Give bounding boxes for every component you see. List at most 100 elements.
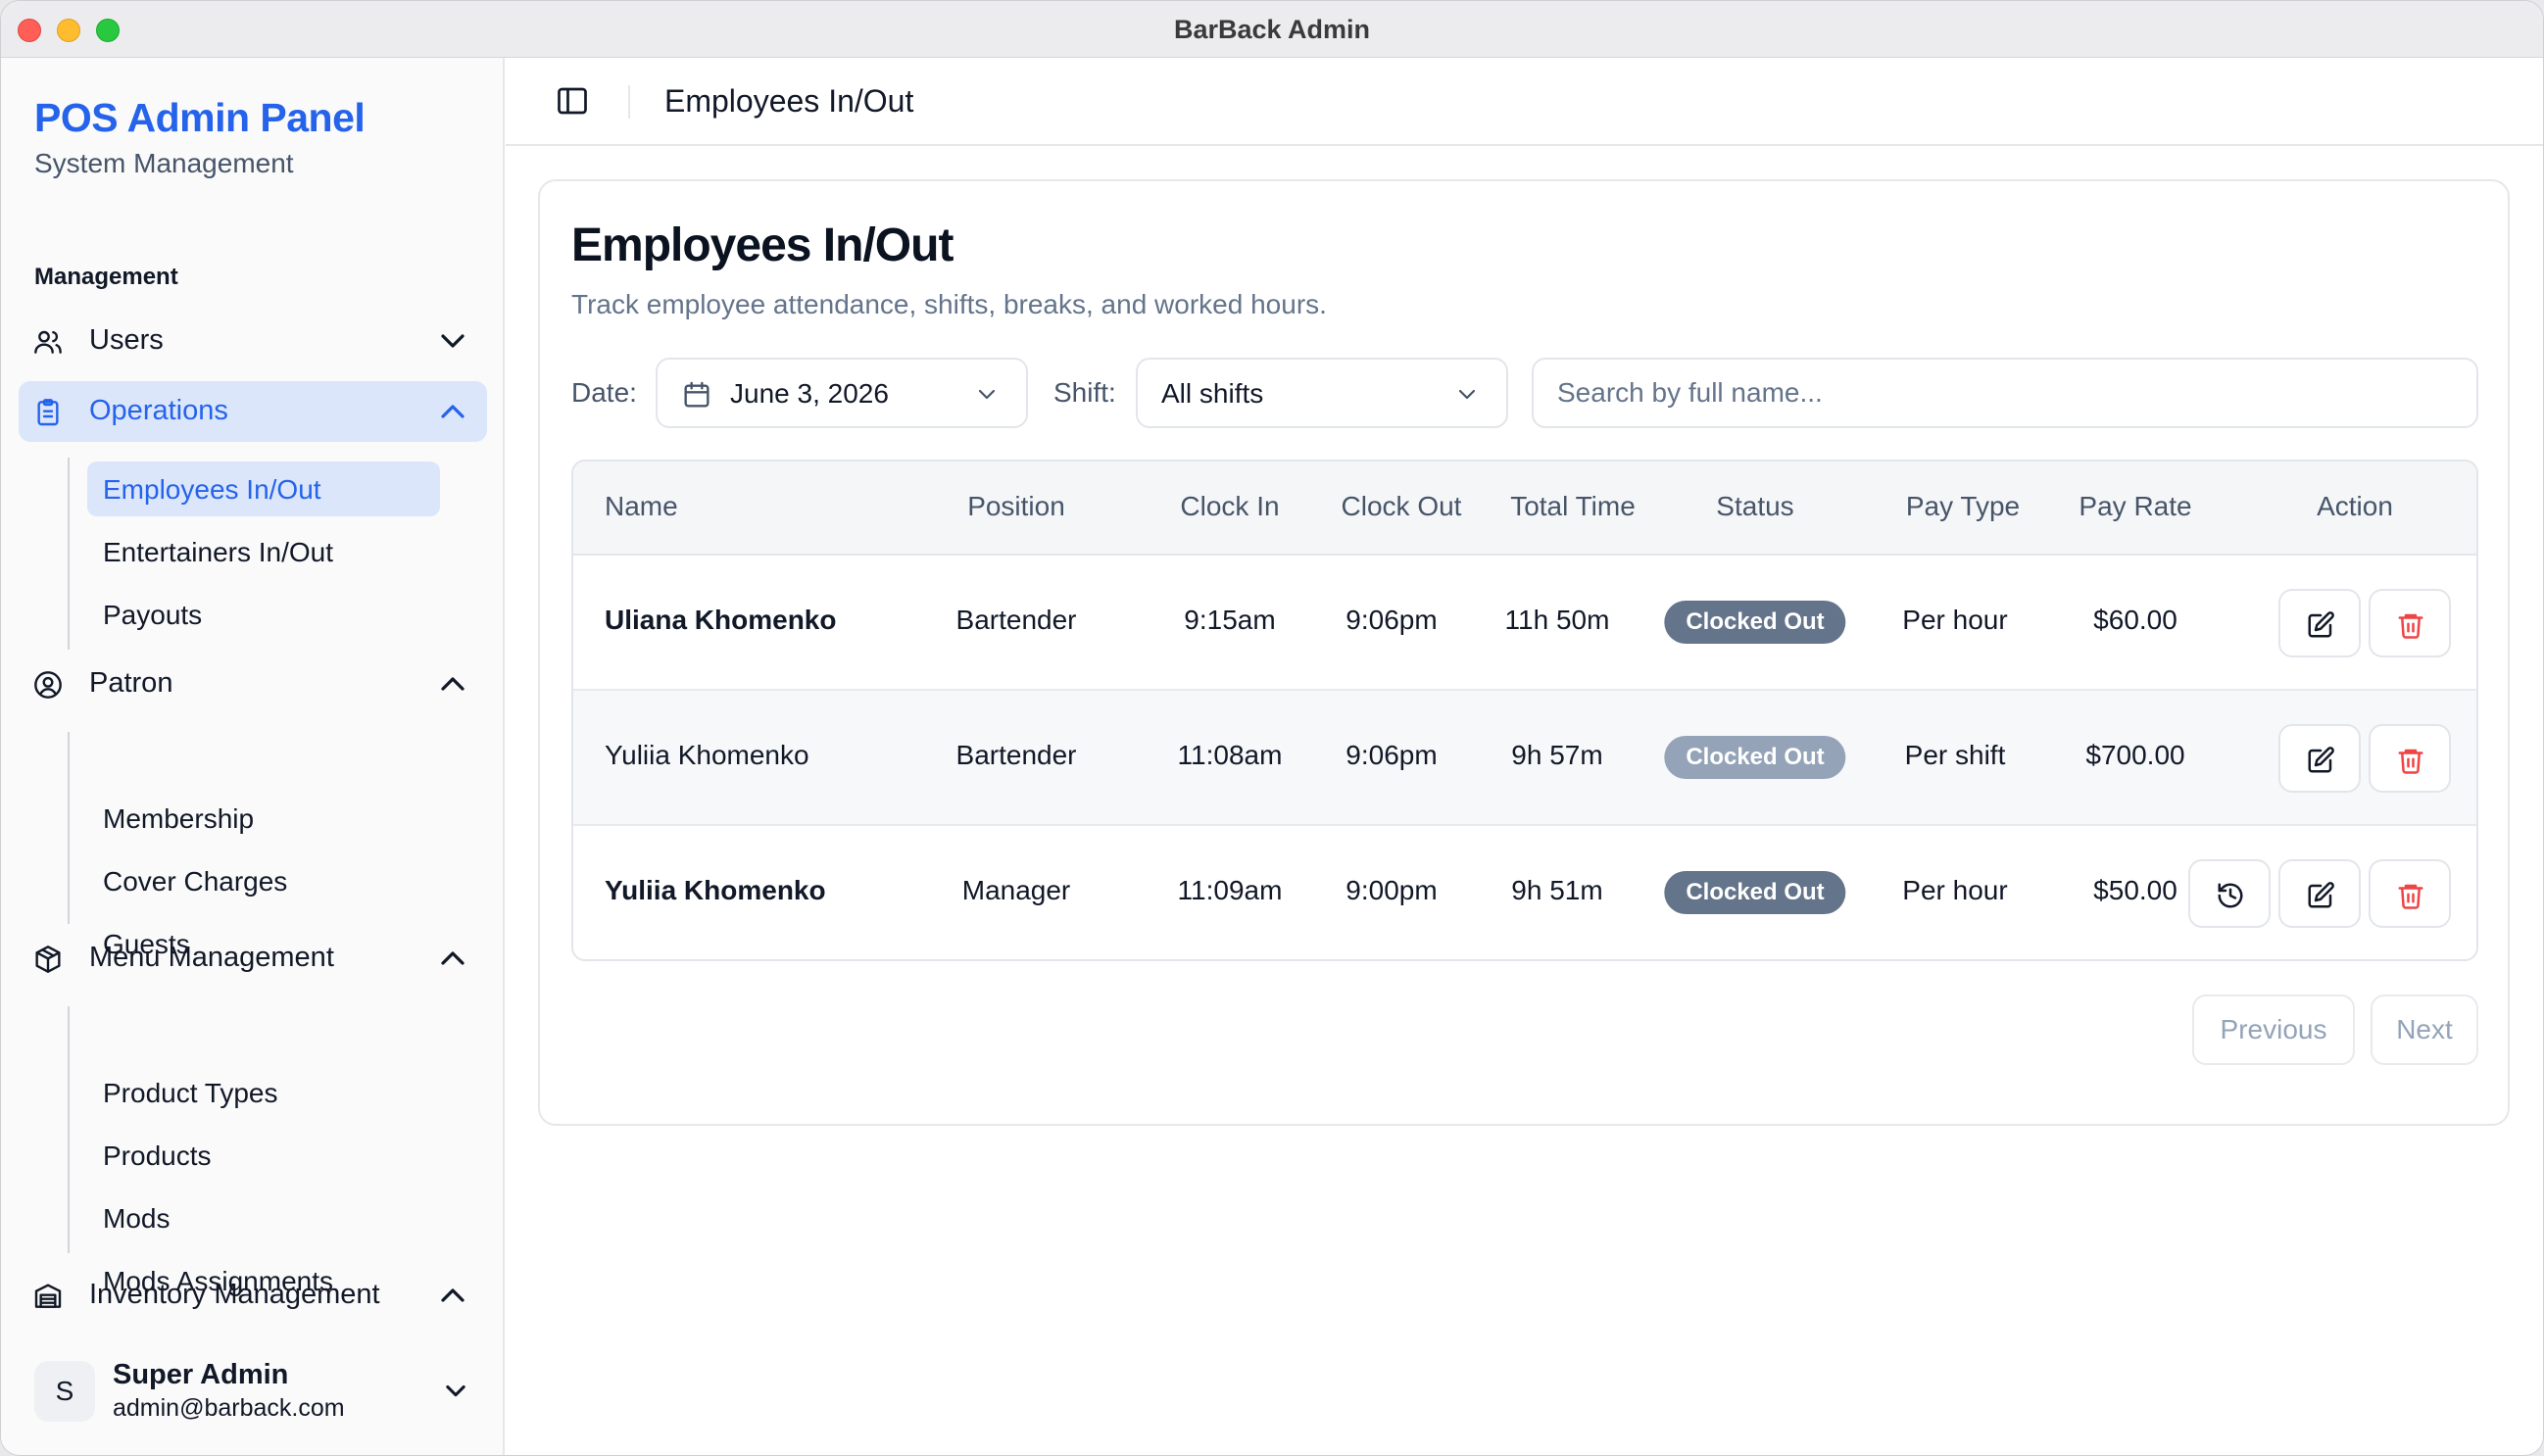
column-header-name: Name [605,491,678,521]
chevron-down-icon [1458,389,1476,400]
history-icon [2218,883,2243,908]
sidebar-item-label: Patron [89,667,173,699]
brand-title: POS Admin Panel [34,95,366,140]
sidebar-subitem-products[interactable]: Products [87,1128,440,1183]
edit-button[interactable] [2278,859,2361,928]
chevron-down-icon[interactable] [438,328,467,354]
sidebar-toggle-icon[interactable] [555,83,590,119]
date-picker[interactable]: June 3, 2026 [656,358,1028,428]
previous-page-button[interactable]: Previous [2192,995,2355,1065]
user-email: admin@barback.com [113,1394,345,1422]
sidebar-item-inventory-management[interactable]: Inventory Management [19,1265,487,1326]
clipboard-icon [37,399,59,426]
users-icon [34,330,62,354]
sidebar-subitem-label: Payouts [103,600,203,630]
trash-icon [2398,749,2423,774]
chevron-up-icon[interactable] [438,671,467,697]
app-window: BarBack Admin POS Admin Panel System Man… [0,0,2544,1456]
sidebar-item-menu-management[interactable]: Menu Management [19,928,487,989]
cell-clock-out: 9:00pm [1345,875,1438,905]
table-row: Uliana Khomenko Bartender 9:15am 9:06pm … [573,556,2476,691]
submenu-guide-line [68,458,70,650]
delete-button[interactable] [2369,589,2451,657]
trash-icon [2398,884,2423,909]
column-header-status: Status [1716,491,1794,521]
status-badge: Clocked Out [1664,601,1846,644]
employees-table: Name Position Clock In Clock Out Total T… [571,460,2478,961]
sidebar-subitem-label: Membership [103,803,255,834]
edit-icon [2308,882,2334,908]
table-row: Yuliia Khomenko Manager 11:09am 9:00pm 9… [573,826,2476,959]
shift-select[interactable]: All shifts [1136,358,1508,428]
header-title: Employees In/Out [664,83,914,119]
sidebar-subitem-label: Mods [103,1203,171,1234]
attendance-card: Employees In/Out Track employee attendan… [538,179,2510,1126]
sidebar-item-label: Menu Management [89,942,334,973]
sidebar-subitem-membership[interactable]: Membership [87,791,440,846]
chevron-up-icon[interactable] [438,399,467,424]
sidebar-item-patron[interactable]: Patron [19,654,487,714]
sidebar-item-label: Inventory Management [89,1279,380,1310]
cell-position: Bartender [955,740,1077,770]
column-header-pay-rate: Pay Rate [2079,491,2192,521]
sidebar-item-label: Operations [89,395,228,426]
package-icon [35,946,61,973]
chevron-up-icon[interactable] [438,1283,467,1308]
sidebar-subitem-label: Entertainers In/Out [103,537,334,567]
status-badge: Clocked Out [1664,736,1846,779]
edit-button[interactable] [2278,589,2361,657]
trash-icon [2398,613,2423,639]
sidebar-subitem-entertainers-in-out[interactable]: Entertainers In/Out [87,524,440,579]
cell-position: Manager [961,875,1071,905]
shift-value: All shifts [1161,378,1264,409]
date-label: Date: [571,377,637,408]
cell-clock-out: 9:06pm [1345,740,1438,770]
next-page-button[interactable]: Next [2371,995,2478,1065]
user-circle-icon [34,671,62,699]
sidebar-subitem-cover-charges[interactable]: Cover Charges [87,853,440,908]
cell-name: Yuliia Khomenko [605,875,826,905]
sidebar-group-label: Management [34,264,178,290]
edit-button[interactable] [2278,724,2361,793]
cell-pay-rate: $60.00 [2093,605,2177,635]
cell-clock-in: 11:08am [1177,740,1283,770]
history-button[interactable] [2188,859,2271,928]
window-title: BarBack Admin [1173,15,1371,44]
chevron-down-icon [978,389,996,400]
cell-total-time: 11h 50m [1504,605,1610,635]
column-header-action: Action [2317,491,2393,521]
chevron-down-icon[interactable] [442,1379,469,1402]
search-field[interactable] [1532,358,2478,428]
column-header-position: Position [967,491,1065,521]
sidebar-item-users[interactable]: Users [19,311,487,371]
chevron-up-icon[interactable] [438,946,467,971]
sidebar-item-operations[interactable]: Operations [19,381,487,442]
search-input[interactable] [1534,360,2476,426]
cell-clock-in: 11:09am [1177,875,1283,905]
sidebar-item-label: Users [89,324,164,356]
cell-pay-rate: $50.00 [2093,875,2177,905]
sidebar-subitem-label: Cover Charges [103,866,288,897]
delete-button[interactable] [2369,724,2451,793]
main-header: Employees In/Out [506,58,2543,146]
calendar-icon [684,381,709,408]
submenu-guide-line [68,732,70,924]
sidebar-subitem-employees-in-out[interactable]: Employees In/Out [87,461,440,516]
cell-clock-out: 9:06pm [1345,605,1438,635]
cell-pay-type: Per hour [1902,605,2008,635]
sidebar-subitem-payouts[interactable]: Payouts [87,587,440,642]
cell-total-time: 9h 51m [1511,875,1603,905]
user-menu[interactable]: S Super Admin admin@barback.com [19,1349,487,1437]
page-title: Employees In/Out [571,219,954,271]
delete-button[interactable] [2369,859,2451,928]
sidebar-subitem-mods[interactable]: Mods [87,1190,440,1245]
table-row: Yuliia Khomenko Bartender 11:08am 9:06pm… [573,691,2476,826]
cell-pay-rate: $700.00 [2085,740,2185,770]
title-bar: BarBack Admin [1,1,2543,58]
edit-icon [2308,747,2334,773]
brand-subtitle: System Management [34,148,294,178]
column-header-pay-type: Pay Type [1905,491,2021,521]
sidebar-subitem-product-types[interactable]: Product Types [87,1065,440,1120]
sidebar-subitem-label: Employees In/Out [103,474,321,505]
status-badge: Clocked Out [1664,871,1846,914]
